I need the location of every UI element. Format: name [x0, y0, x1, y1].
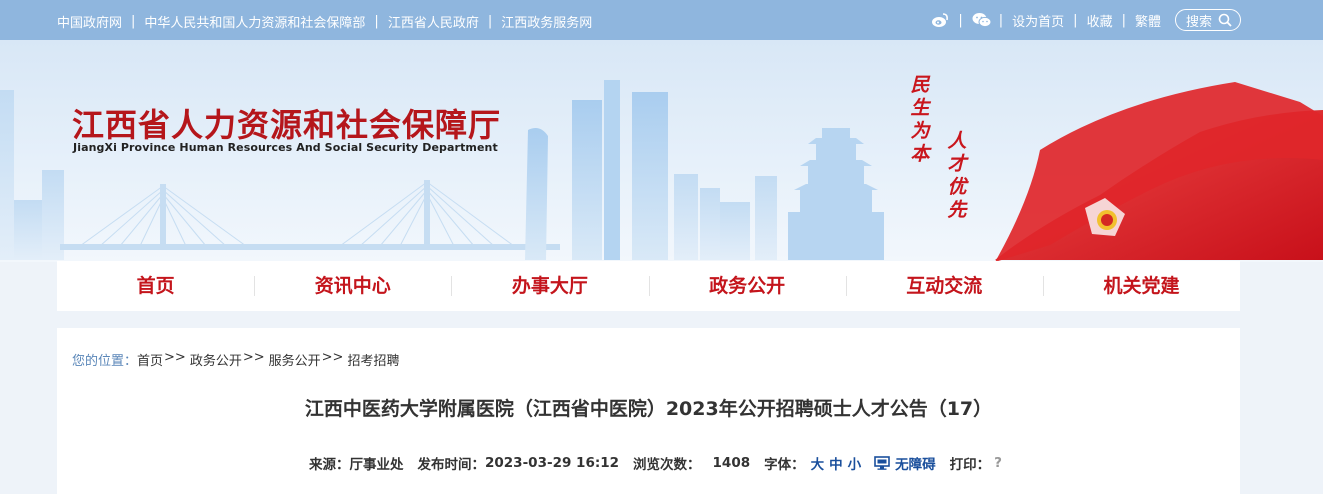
view-count-label: 浏览次数： [633, 457, 701, 473]
bookmark-link[interactable]: 收藏 [1087, 11, 1113, 30]
weibo-icon[interactable] [931, 12, 949, 28]
font-size-label: 字体： [764, 457, 805, 473]
font-size-small[interactable]: 小 [848, 453, 862, 473]
breadcrumb-separator: >> [242, 350, 265, 365]
breadcrumb-home[interactable]: 首页 [137, 350, 163, 369]
nav-service-hall[interactable]: 办事大厅 [451, 261, 648, 311]
nav-interaction[interactable]: 互动交流 [845, 261, 1043, 311]
nav-home[interactable]: 首页 [57, 261, 254, 311]
font-size-medium[interactable]: 中 [829, 453, 843, 473]
source-value: 厅事业处 [349, 457, 404, 473]
top-right-tools: | | 设为首页 | 收藏 | 繁體 搜索 [931, 9, 1241, 31]
source-label: 来源： [309, 457, 350, 473]
site-subtitle: JiangXi Province Human Resources And Soc… [73, 141, 498, 154]
nav-news-center[interactable]: 资讯中心 [254, 261, 451, 311]
breadcrumb-prefix: 您的位置： [72, 354, 138, 369]
publish-time-label: 发布时间： [417, 457, 486, 473]
article-meta: 来源： 厅事业处 发布时间： 2023-03-29 16:12 浏览次数： 14… [309, 453, 1002, 473]
breadcrumb-recruitment[interactable]: 招考招聘 [347, 350, 399, 369]
accessibility-label: 无障碍 [895, 457, 936, 473]
article-title: 江西中医药大学附属医院（江西省中医院）2023年公开招聘硕士人才公告（17） [304, 398, 993, 420]
site-title: 江西省人力资源和社会保障厅 [72, 106, 502, 144]
link-jiangxi-service[interactable]: 江西政务服务网 [501, 12, 592, 31]
main-nav: 首页 资讯中心 办事大厅 政务公开 互动交流 机关党建 [57, 261, 1240, 311]
external-links: 中国政府网 | 中华人民共和国人力资源和社会保障部 | 江西省人民政府 | 江西… [57, 12, 593, 31]
link-jiangxi-gov[interactable]: 江西省人民政府 [388, 12, 479, 31]
top-bar: 中国政府网 | 中华人民共和国人力资源和社会保障部 | 江西省人民政府 | 江西… [0, 0, 1323, 40]
breadcrumb-separator: >> [164, 350, 186, 365]
search-label: 搜索 [1185, 14, 1212, 30]
article-panel: 您的位置： 首页 >> 政务公开 >> 服务公开 >> 招考招聘 江西中医药大学… [57, 328, 1240, 494]
search-button[interactable]: 搜索 [1174, 9, 1241, 31]
breadcrumb-separator: >> [321, 350, 344, 365]
slogan-people-first: 民 生 为 本 [910, 74, 930, 165]
set-homepage-link[interactable]: 设为首页 [1012, 11, 1064, 30]
search-icon [1218, 13, 1232, 27]
traditional-chinese-link[interactable]: 繁體 [1135, 11, 1161, 30]
link-gov-cn[interactable]: 中国政府网 [57, 12, 122, 31]
print-label: 打印： [949, 457, 991, 473]
header-banner: 江西省人力资源和社会保障厅 JiangXi Province Human Res… [0, 40, 1323, 262]
view-count-value: 1408 [712, 455, 751, 471]
nav-party-building[interactable]: 机关党建 [1042, 261, 1240, 311]
print-icon[interactable]: ? [994, 455, 1002, 471]
nav-government-affairs[interactable]: 政务公开 [648, 261, 846, 311]
accessibility-icon [874, 456, 890, 470]
accessibility-button[interactable]: 无障碍 [874, 453, 936, 473]
link-mohrss[interactable]: 中华人民共和国人力资源和社会保障部 [144, 12, 365, 31]
breadcrumb-service-public[interactable]: 服务公开 [269, 350, 321, 369]
breadcrumb-government-affairs[interactable]: 政务公开 [190, 350, 242, 369]
publish-time-value: 2023-03-29 16:12 [485, 455, 620, 471]
breadcrumb: 您的位置： 首页 >> 政务公开 >> 服务公开 >> 招考招聘 [72, 350, 399, 369]
wechat-icon[interactable] [972, 12, 992, 28]
slogan-talent-first: 人 才 优 先 [947, 130, 967, 221]
font-size-large[interactable]: 大 [811, 453, 825, 473]
